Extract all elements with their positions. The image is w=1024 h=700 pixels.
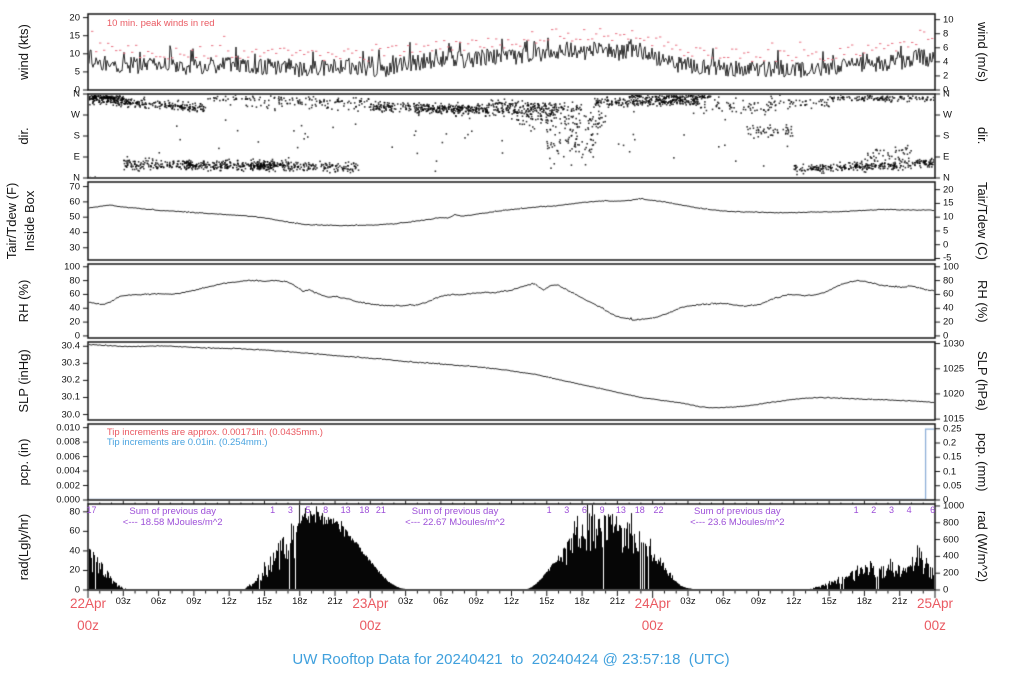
ytick-label-left-dir: N — [73, 88, 80, 100]
ytick-label-left-rh: 60 — [69, 288, 80, 300]
rad-cumulative-label: 3 — [888, 505, 894, 515]
ylabel-right-rad: rad (W/m^2) — [975, 511, 990, 583]
annotation-sum-prev-day-3: Sum of previous day — [694, 506, 781, 517]
rad-cumulative-label: 13 — [615, 505, 626, 515]
xtick-label-12z: 12z — [221, 596, 237, 607]
xtick-label-15z: 15z — [539, 596, 555, 607]
xtick-label-21z: 21z — [327, 596, 343, 607]
rad-cumulative-label: 3 — [564, 505, 570, 515]
xtick-label-03z: 03z — [115, 596, 131, 607]
ytick-label-left-wind: 15 — [69, 30, 80, 42]
rad-cumulative-label: 9 — [599, 505, 605, 515]
ytick-label-left-pcp: 0.010 — [56, 422, 80, 434]
ytick-label-left-wind: 5 — [74, 66, 80, 78]
annotation-sum-prev-day-1: Sum of previous day — [129, 506, 216, 517]
xtick-label-06z: 06z — [433, 596, 449, 607]
chart-canvas — [0, 0, 1024, 700]
day-label-hour-22Apr: 00z — [77, 618, 99, 633]
annotation-peak-winds-note: 10 min. peak winds in red — [106, 18, 215, 29]
rad-cumulative-label: 6 — [581, 505, 587, 515]
ytick-label-left-rad: 0 — [74, 584, 80, 596]
rad-cumulative-label: 1 — [546, 505, 552, 515]
ytick-label-left-wind: 20 — [69, 12, 80, 24]
rad-cumulative-label: 8 — [323, 505, 329, 515]
ytick-label-left-rh: 0 — [74, 330, 80, 342]
ytick-label-left-pcp: 0.002 — [56, 480, 80, 492]
rad-cumulative-label: 4 — [906, 505, 912, 515]
ytick-label-left-pcp: 0.006 — [56, 451, 80, 463]
annotation-sum-prev-day-2: Sum of previous day — [411, 506, 499, 517]
annotation-sum-prev-day-2-value: <--- 22.67 MJoules/m^2 — [405, 517, 505, 528]
day-label-hour-24Apr: 00z — [641, 618, 664, 633]
chart-title: UW Rooftop Data for 20240421 to 20240424… — [292, 651, 730, 668]
day-label-hour-23Apr: 00z — [359, 618, 382, 633]
day-label-24Apr: 24Apr — [634, 596, 671, 611]
ytick-label-left-wind: 10 — [69, 48, 80, 60]
xtick-label-09z: 09z — [750, 596, 767, 607]
ytick-label-left-rad: 60 — [69, 525, 80, 537]
xtick-label-03z: 03z — [397, 596, 414, 607]
uw-rooftop-weather-plot: UW Rooftop Data for 20240421 to 20240424… — [0, 0, 1024, 700]
rad-cumulative-label: 1 — [270, 505, 276, 515]
rad-cumulative-label: 17 — [86, 505, 97, 515]
rad-cumulative-label: 1 — [853, 505, 859, 515]
ytick-label-left-dir: W — [71, 109, 80, 121]
rad-cumulative-label: 18 — [634, 505, 645, 515]
annotation-sum-prev-day-1-value: <--- 18.58 MJoules/m^2 — [122, 517, 223, 528]
ytick-label-left-slp: 30.3 — [61, 357, 81, 369]
xtick-label-18z: 18z — [292, 596, 308, 607]
xtick-label-21z: 21z — [609, 596, 626, 607]
xtick-label-09z: 09z — [468, 596, 484, 607]
rad-cumulative-label: 22 — [653, 505, 664, 515]
rad-cumulative-label: 6 — [930, 505, 936, 515]
ytick-label-left-slp: 30.2 — [61, 374, 81, 386]
day-label-25Apr: 25Apr — [916, 596, 954, 611]
day-label-23Apr: 23Apr — [352, 596, 389, 611]
ytick-label-left-pcp: 0.000 — [56, 494, 80, 506]
ytick-label-left-rad: 20 — [69, 564, 80, 576]
xtick-label-09z: 09z — [186, 596, 202, 607]
ytick-label-left-rh: 80 — [69, 275, 80, 287]
ytick-label-left-rad: 80 — [69, 506, 80, 518]
ytick-label-left-pcp: 0.004 — [56, 465, 80, 477]
ytick-label-left-rh: 40 — [69, 302, 80, 314]
xtick-label-12z: 12z — [503, 596, 520, 607]
rad-cumulative-label: 2 — [871, 505, 877, 515]
ylabel-left-rad: rad(Lgly/hr) — [16, 513, 31, 581]
xtick-label-21z: 21z — [892, 596, 908, 607]
ytick-label-left-slp: 30.1 — [61, 391, 81, 403]
xtick-label-18z: 18z — [856, 596, 873, 607]
xtick-label-03z: 03z — [680, 596, 696, 607]
ytick-label-left-slp: 30.0 — [61, 409, 81, 421]
xtick-label-15z: 15z — [821, 596, 837, 607]
xtick-label-18z: 18z — [574, 596, 590, 607]
ytick-label-left-pcp: 0.008 — [56, 436, 80, 448]
rad-cumulative-label: 13 — [340, 505, 351, 515]
ytick-label-left-slp: 30.4 — [61, 340, 81, 352]
xtick-label-12z: 12z — [786, 596, 802, 607]
ytick-label-left-rad: 40 — [69, 545, 80, 557]
rad-cumulative-label: 3 — [287, 505, 293, 515]
ytick-label-left-rh: 20 — [69, 316, 80, 328]
ytick-label-left-rh: 100 — [64, 261, 80, 273]
day-label-22Apr: 22Apr — [69, 596, 107, 611]
rad-cumulative-label: 21 — [375, 505, 386, 515]
rad-cumulative-label: 5 — [305, 505, 311, 515]
xtick-label-15z: 15z — [256, 596, 273, 607]
rad-cumulative-label: 18 — [359, 505, 370, 515]
day-label-hour-25Apr: 00z — [924, 618, 946, 633]
annotation-sum-prev-day-3-value: <--- 23.6 MJoules/m^2 — [690, 517, 785, 528]
xtick-label-06z: 06z — [150, 596, 167, 607]
annotation-tip-increments-blue: Tip increments are 0.01in. (0.254mm.) — [106, 437, 268, 448]
xtick-label-06z: 06z — [715, 596, 731, 607]
